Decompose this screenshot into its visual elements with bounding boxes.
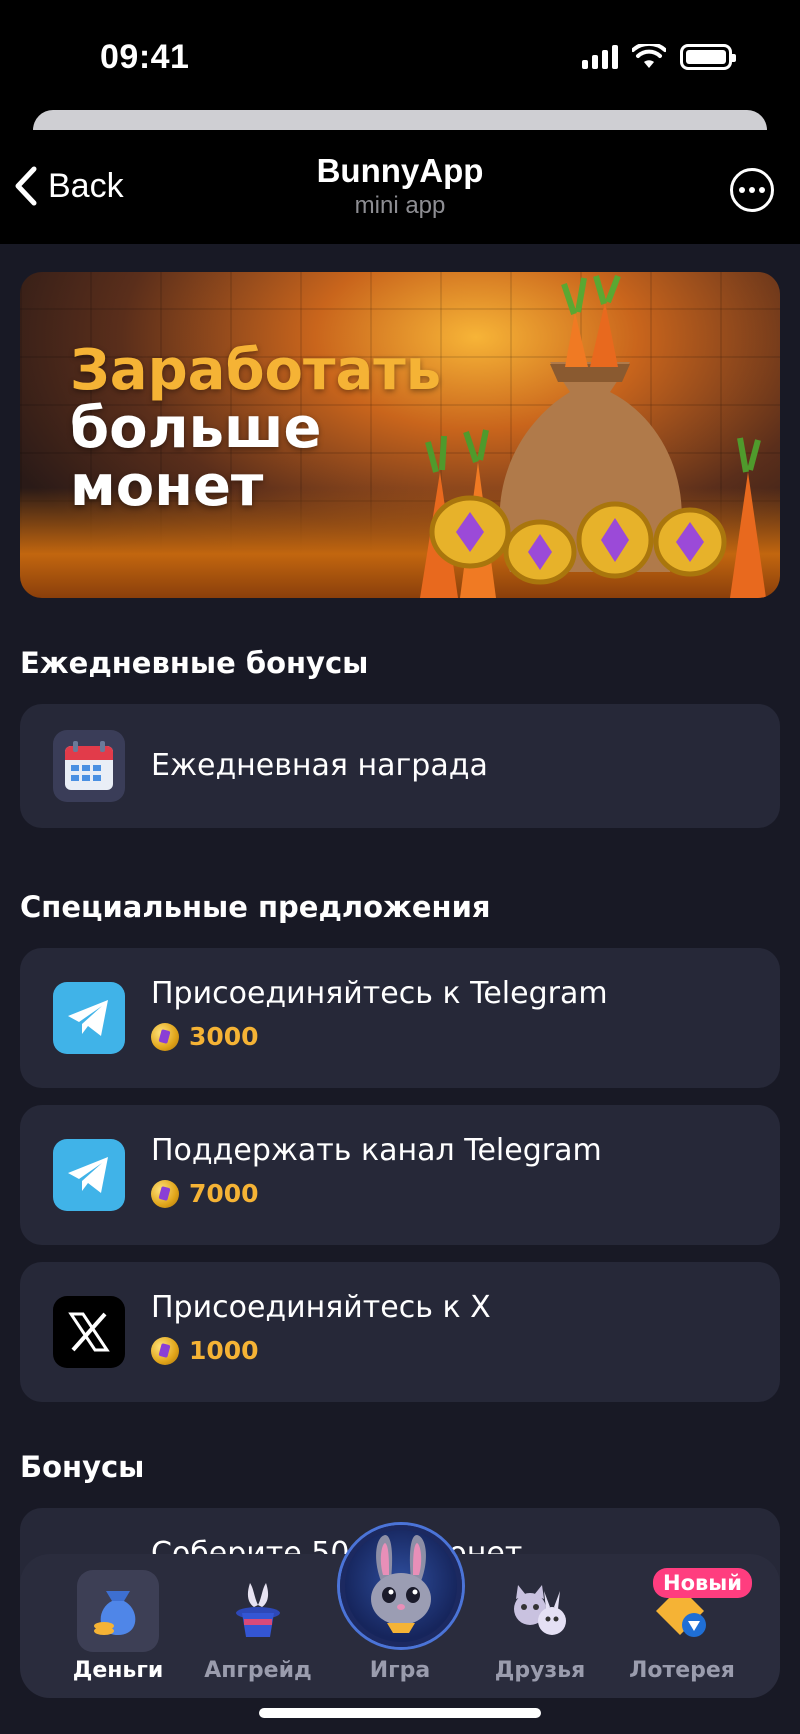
coin-icon <box>151 1179 179 1208</box>
x-logo-icon <box>53 1296 125 1368</box>
reward-value: 3000 <box>189 1022 259 1051</box>
section-title-daily: Ежедневные бонусы <box>20 646 369 680</box>
sheet-background <box>33 110 767 130</box>
offer-card[interactable]: Присоединяйтесь к X 1000 <box>20 1262 780 1402</box>
more-dot-icon <box>749 187 755 193</box>
offer-card[interactable]: Присоединяйтесь к Telegram 3000 <box>20 948 780 1088</box>
daily-reward-card[interactable]: Ежедневная награда <box>20 704 780 828</box>
section-title-special: Специальные предложения <box>20 890 491 924</box>
tab-label: Деньги <box>72 1658 164 1683</box>
friends-icon <box>499 1570 581 1652</box>
offer-reward: 7000 <box>151 1179 259 1208</box>
app-title: BunnyApp <box>316 152 484 189</box>
offer-title: Присоединяйтесь к X <box>151 1290 491 1325</box>
earn-more-banner[interactable]: Заработать больше монет <box>20 272 780 598</box>
telegram-icon <box>53 1139 125 1211</box>
status-bar: 09:41 <box>0 0 800 110</box>
tab-label: Друзья <box>494 1658 586 1683</box>
coin-icon <box>151 1336 179 1365</box>
tab-money[interactable]: Деньги <box>48 1554 188 1698</box>
telegram-icon <box>53 982 125 1054</box>
game-center-button[interactable] <box>340 1525 462 1647</box>
offer-card[interactable]: Поддержать канал Telegram 7000 <box>20 1105 780 1245</box>
battery-icon <box>680 44 736 70</box>
banner-line-2: больше <box>70 396 322 461</box>
tab-label: Лотерея <box>629 1658 735 1683</box>
banner-headline: Заработать больше монет <box>70 342 441 516</box>
more-options-button[interactable] <box>730 168 774 212</box>
tab-upgrade[interactable]: Апгрейд <box>188 1554 328 1698</box>
main-content[interactable]: Заработать больше монет Ежедневные бонус… <box>0 244 800 1734</box>
section-title-bonuses: Бонусы <box>20 1450 145 1484</box>
tab-label: Апгрейд <box>204 1658 312 1683</box>
new-badge: Новый <box>653 1568 752 1598</box>
coin-icon <box>151 1022 179 1051</box>
banner-line-1: Заработать <box>70 338 442 403</box>
daily-reward-title: Ежедневная награда <box>151 748 488 783</box>
home-indicator <box>259 1708 541 1718</box>
status-time: 09:41 <box>100 38 190 76</box>
banner-line-3: монет <box>70 454 264 519</box>
more-dot-icon <box>739 187 745 193</box>
wifi-icon <box>632 44 666 68</box>
money-bag-icon <box>77 1570 159 1652</box>
app-subtitle: mini app <box>354 192 446 219</box>
offer-reward: 1000 <box>151 1336 259 1365</box>
magic-hat-icon <box>217 1570 299 1652</box>
reward-value: 1000 <box>189 1336 259 1365</box>
tab-lottery[interactable]: Лотерея Новый <box>612 1554 752 1698</box>
offer-title: Присоединяйтесь к Telegram <box>151 976 608 1011</box>
tab-label: Игра <box>369 1658 431 1683</box>
more-dot-icon <box>759 187 765 193</box>
reward-value: 7000 <box>189 1179 259 1208</box>
money-sack-illustration <box>420 274 766 598</box>
calendar-icon <box>53 730 125 802</box>
offer-title: Поддержать канал Telegram <box>151 1133 602 1168</box>
tab-friends[interactable]: Друзья <box>470 1554 610 1698</box>
cellular-signal-icon <box>582 45 618 69</box>
offer-reward: 3000 <box>151 1022 259 1051</box>
status-icons <box>582 44 736 70</box>
nav-header: Back BunnyApp mini app <box>0 130 800 244</box>
bunny-icon <box>371 1535 431 1633</box>
